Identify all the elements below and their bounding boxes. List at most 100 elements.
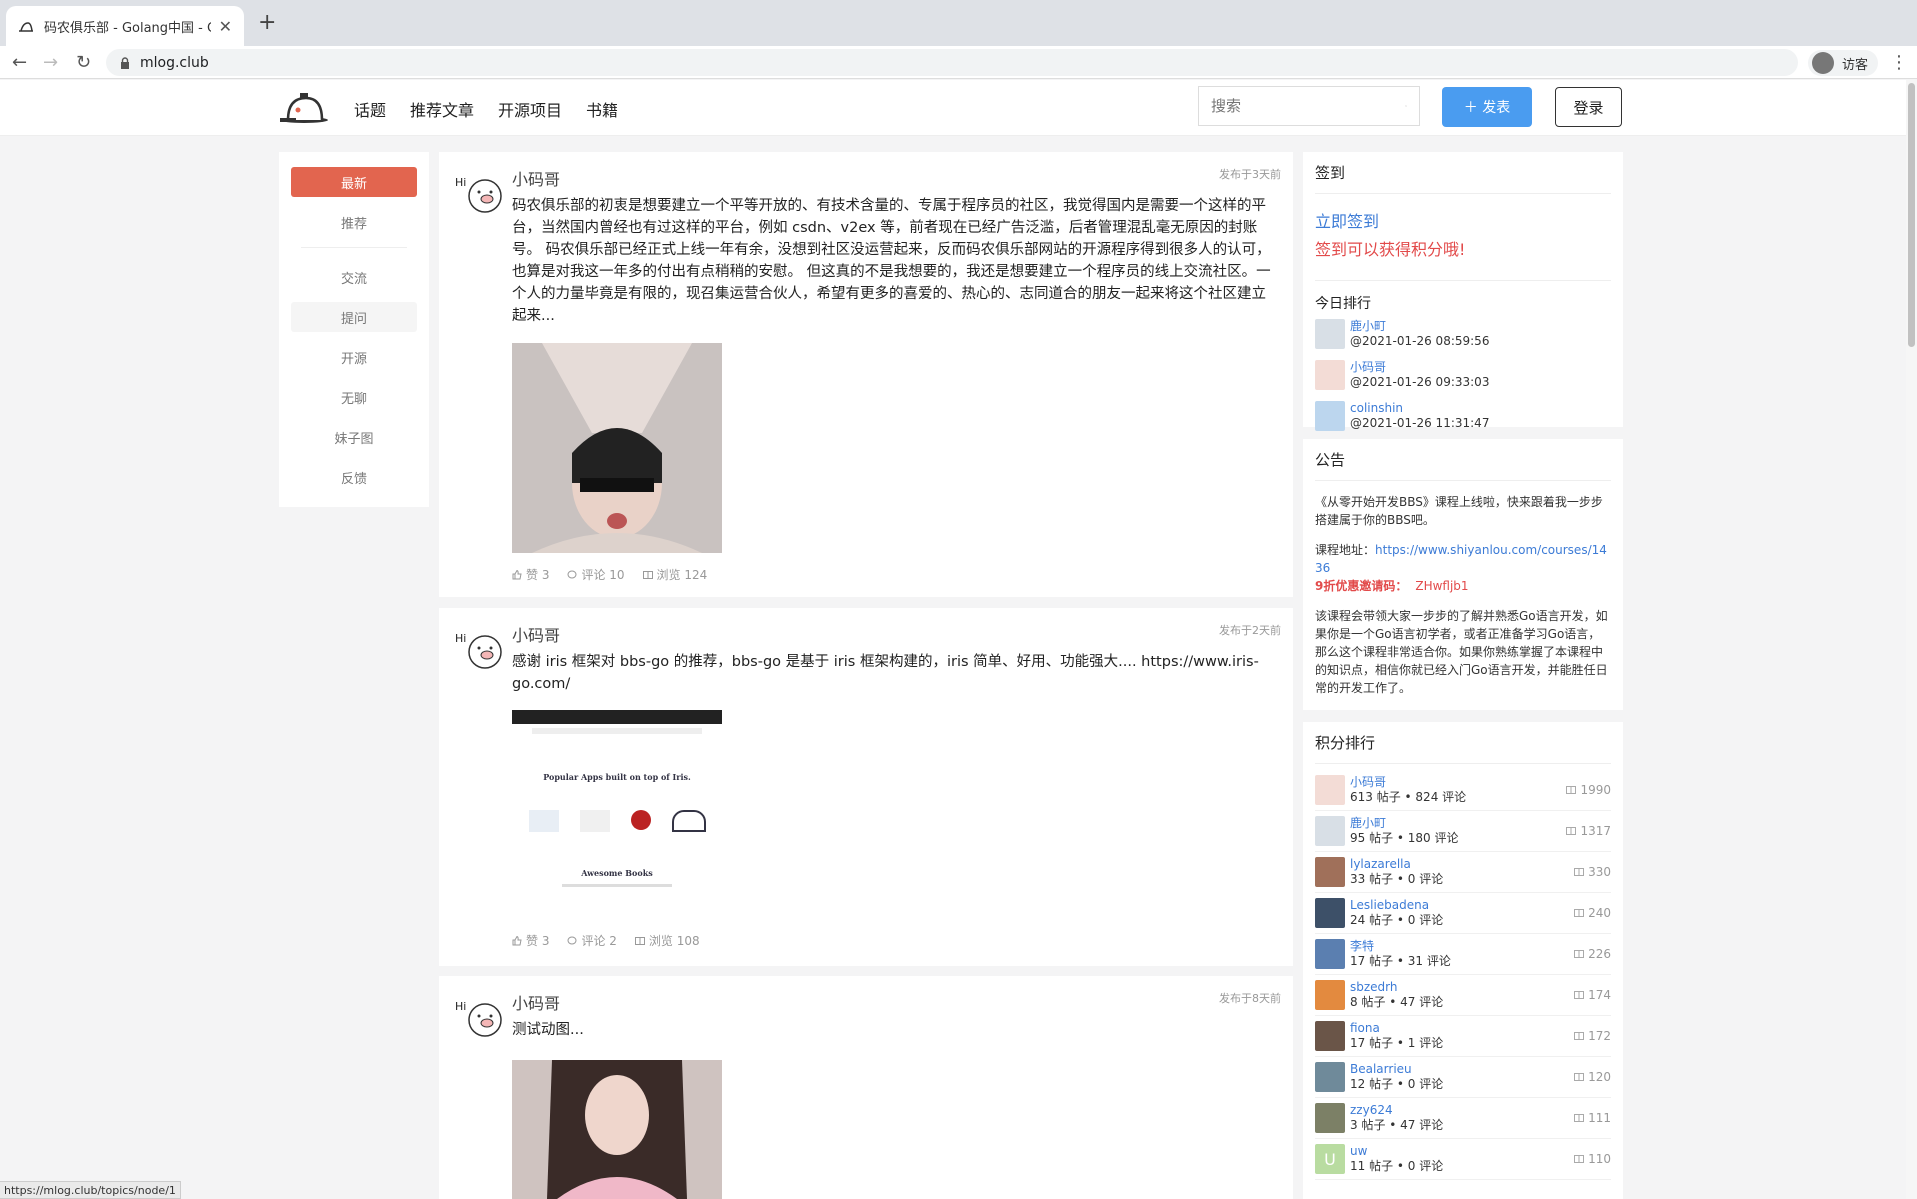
user-avatar[interactable] [1315,898,1345,928]
view-count: 浏览 108 [648,934,700,948]
menu-topics[interactable]: 话题 [354,97,386,121]
topic-card: Hi 小码哥 发布于8天前 测试动图... [439,976,1293,1199]
score-icon [1574,991,1585,999]
score-rank-row: Bealarrieu 12 帖子 • 0 评论 120 [1315,1057,1611,1098]
user-name[interactable]: 鹿小町 [1350,319,1611,334]
tab-title: 码农俱乐部 - Golang中国 - Go语 [44,20,211,36]
browser-menu-icon[interactable]: ⋮ [1890,52,1908,73]
course-url-label: 课程地址： [1315,543,1376,557]
score-value: 172 [1588,1029,1611,1043]
tab-close-icon[interactable]: ✕ [219,17,232,36]
post-image[interactable] [512,343,722,553]
topic-card: Hi 小码哥 发布于2天前 感谢 iris 框架对 bbs-go 的推荐，bbs… [439,608,1293,966]
post-summary[interactable]: 感谢 iris 框架对 bbs-go 的推荐，bbs-go 是基于 iris 框… [512,651,1280,695]
user-stats: 11 帖子 • 0 评论 [1350,1159,1444,1173]
author-avatar[interactable]: Hi [455,994,505,1038]
user-avatar[interactable] [1315,775,1345,805]
nav-item-feedback[interactable]: 反馈 [291,462,417,492]
user-avatar[interactable] [1315,359,1345,390]
user-name[interactable]: 小码哥 [1350,775,1566,790]
post-image[interactable] [512,1060,722,1199]
invite-code-label: 9折优惠邀请码： [1315,579,1408,593]
comment-icon [567,936,577,944]
author-avatar[interactable]: Hi [455,170,505,214]
user-name[interactable]: 李特 [1350,939,1574,954]
user-avatar[interactable] [1315,1103,1345,1133]
login-button[interactable]: 登录 [1555,87,1622,127]
search-input[interactable] [1211,97,1405,115]
user-name[interactable]: lylazarella [1350,857,1574,872]
like-count: 赞 3 [526,568,550,582]
new-tab-icon[interactable]: + [258,10,276,35]
notice-title: 公告 [1315,439,1611,481]
score-value: 111 [1588,1111,1611,1125]
user-score: 110 [1574,1152,1611,1166]
comment-stat[interactable]: 评论 2 [567,932,617,949]
user-name[interactable]: Lesliebadena [1350,898,1574,913]
svg-text:Hi: Hi [455,632,466,645]
publish-button[interactable]: ＋ 发表 [1442,87,1532,127]
user-avatar[interactable] [1315,857,1345,887]
post-summary[interactable]: 码农俱乐部的初衷是想要建立一个平等开放的、有技术含量的、专属于程序员的社区，我觉… [512,195,1280,327]
score-value: 110 [1588,1152,1611,1166]
user-name[interactable]: 鹿小町 [1350,816,1566,831]
comment-count: 评论 10 [581,568,625,582]
nav-item-latest[interactable]: 最新 [291,167,417,197]
checkin-link[interactable]: 立即签到 [1315,208,1611,232]
user-avatar[interactable]: U [1315,1144,1345,1174]
post-summary[interactable]: 测试动图... [512,1019,1280,1041]
url-field[interactable]: mlog.club [106,49,1798,76]
author-name[interactable]: 小码哥 [512,990,560,1014]
search-icon[interactable] [1405,98,1407,114]
author-name[interactable]: 小码哥 [512,166,560,190]
checkin-time: @2021-01-26 08:59:56 [1350,333,1490,348]
user-avatar[interactable] [1315,318,1345,349]
user-name[interactable]: fiona [1350,1021,1574,1036]
user-name[interactable]: 小码哥 [1350,360,1611,375]
user-name[interactable]: uw [1350,1144,1574,1159]
score-rank-title: 积分排行 [1315,722,1611,764]
user-score: 172 [1574,1029,1611,1043]
nav-item-chat[interactable]: 无聊 [291,382,417,412]
user-avatar[interactable] [1315,816,1345,846]
nav-item-question[interactable]: 提问 [291,302,417,332]
user-name[interactable]: zzy624 [1350,1103,1574,1118]
nav-item-recommend[interactable]: 推荐 [291,207,417,237]
forward-icon[interactable]: → [43,52,58,73]
nav-item-girls[interactable]: 妹子图 [291,422,417,452]
author-avatar[interactable]: Hi [455,626,505,670]
user-avatar[interactable] [1315,1062,1345,1092]
user-avatar[interactable] [1315,1021,1345,1051]
user-avatar[interactable] [1315,980,1345,1010]
score-value: 1990 [1580,783,1611,797]
like-stat[interactable]: 赞 3 [512,566,549,583]
page-scrollbar[interactable] [1906,80,1917,1199]
scrollbar-thumb[interactable] [1908,83,1915,347]
user-name[interactable]: colinshin [1350,401,1611,416]
back-icon[interactable]: ← [12,52,27,73]
comment-stat[interactable]: 评论 10 [567,566,625,583]
author-name[interactable]: 小码哥 [512,622,560,646]
user-avatar[interactable] [1315,400,1345,431]
menu-articles[interactable]: 推荐文章 [410,97,474,121]
score-icon [1574,1114,1585,1122]
site-header: 话题 推荐文章 开源项目 书籍 ＋ 发表 登录 [0,80,1917,136]
view-stat: 浏览 124 [642,566,707,583]
profile-button[interactable]: 访客 [1808,50,1879,76]
site-logo[interactable] [278,90,330,124]
status-bar-url: https://mlog.club/topics/node/1 [0,1181,181,1199]
menu-books[interactable]: 书籍 [586,97,618,121]
browser-tab[interactable]: 码农俱乐部 - Golang中国 - Go语 ✕ [6,6,244,46]
nav-item-exchange[interactable]: 交流 [291,262,417,292]
score-icon [1566,786,1577,794]
user-name[interactable]: Bealarrieu [1350,1062,1574,1077]
menu-projects[interactable]: 开源项目 [498,97,562,121]
user-avatar[interactable] [1315,939,1345,969]
like-stat[interactable]: 赞 3 [512,932,549,949]
reload-icon[interactable]: ↻ [76,52,91,73]
nav-item-opensource[interactable]: 开源 [291,342,417,372]
post-image[interactable]: Popular Apps built on top of Iris. Aweso… [512,710,722,910]
score-value: 120 [1588,1070,1611,1084]
checkin-time: @2021-01-26 11:31:47 [1350,415,1490,430]
user-name[interactable]: sbzedrh [1350,980,1574,995]
